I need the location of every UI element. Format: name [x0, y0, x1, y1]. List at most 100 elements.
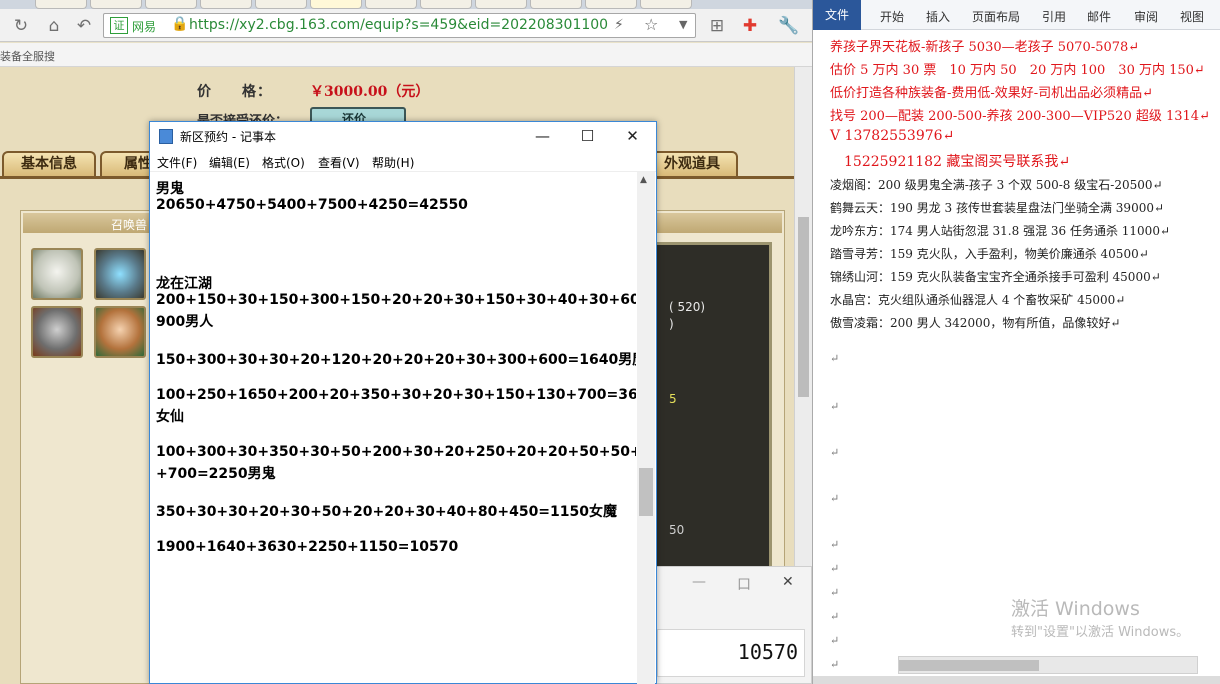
- maximize-button[interactable]: 口: [737, 574, 751, 594]
- calculator-result: 10570: [737, 640, 798, 664]
- grid-icon[interactable]: ⊞: [707, 16, 727, 36]
- ribbon-tab-view[interactable]: 视图: [1180, 8, 1204, 25]
- text-line: 1900+1640+3630+2250+1150=10570: [156, 539, 459, 555]
- menu-edit[interactable]: 编辑(E): [209, 154, 250, 171]
- text-line: 350+30+30+20+30+50+20+20+30+40+80+450=11…: [156, 504, 618, 520]
- doc-line: 低价打造各种族装备-费用低-效果好-司机出品必须精品↵: [830, 86, 1154, 101]
- ribbon-tab-layout[interactable]: 页面布局: [972, 8, 1020, 25]
- tab-appearance-items[interactable]: 外观道具: [646, 151, 738, 177]
- browser-tab[interactable]: [585, 0, 637, 9]
- paragraph-mark: ↵: [830, 562, 840, 575]
- menu-help[interactable]: 帮助(H): [372, 154, 414, 171]
- text-line: 龙在江湖: [156, 276, 212, 292]
- text-line: 男鬼: [156, 181, 184, 197]
- lock-icon[interactable]: 🔒: [171, 16, 188, 32]
- doc-line: 养孩子界天花板-新孩子 5030—老孩子 5070-5078↵: [830, 40, 1140, 55]
- scrollbar-thumb[interactable]: [639, 468, 653, 516]
- minimize-button[interactable]: —: [520, 122, 565, 150]
- close-button[interactable]: ✕: [610, 122, 655, 150]
- chevron-down-icon[interactable]: ▼: [679, 18, 687, 31]
- minimize-button[interactable]: —: [692, 574, 706, 590]
- browser-toolbar: ↻ ⌂ ↶ 证 网易 🔒 https://xy2.cbg.163.com/equ…: [0, 9, 812, 42]
- ribbon-tab-home[interactable]: 开始: [880, 8, 904, 25]
- notepad-titlebar[interactable]: 新区预约 - 记事本 — ☐ ✕: [150, 122, 656, 150]
- doc-line: V 13782553976↵: [830, 128, 955, 144]
- star-icon[interactable]: ☆: [644, 15, 658, 34]
- attribute-text: ): [669, 317, 674, 331]
- ribbon-tab-references[interactable]: 引用: [1042, 8, 1066, 25]
- ribbon-tab-insert[interactable]: 插入: [926, 8, 950, 25]
- address-bar[interactable]: 证 网易 🔒 https://xy2.cbg.163.com/equip?s=4…: [103, 13, 696, 38]
- doc-line: 水晶宫：克火组队通杀仙器混人 4 个畜牧采矿 45000↵: [830, 293, 1126, 307]
- ribbon-tab-mailings[interactable]: 邮件: [1087, 8, 1111, 25]
- browser-tab[interactable]: [200, 0, 252, 9]
- browser-tab[interactable]: [640, 0, 692, 9]
- calculator-display: 10570: [657, 629, 805, 677]
- browser-tab[interactable]: [145, 0, 197, 9]
- text-line: 100+250+1650+200+20+350+30+20+30+150+130…: [156, 387, 636, 403]
- browser-tab-active[interactable]: [310, 0, 362, 9]
- doc-line: 傲雪凌霜：200 男人 342000，物有所值，品像较好↵: [830, 316, 1121, 330]
- text-line: +700=2250男鬼: [156, 466, 276, 482]
- doc-line: 估价 5 万内 30 票 10 万内 50 20 万内 100 30 万内 15…: [830, 63, 1205, 78]
- browser-tab[interactable]: [420, 0, 472, 9]
- text-line: 100+300+30+350+30+50+200+30+20+250+20+20…: [156, 444, 636, 460]
- paragraph-mark: ↵: [830, 538, 840, 551]
- panel-header-title: 召唤兽: [111, 218, 148, 232]
- notepad-scrollbar[interactable]: ▲: [637, 172, 655, 684]
- gamepad-icon[interactable]: ✚: [740, 16, 760, 36]
- word-window: 文件 开始 插入 页面布局 引用 邮件 审阅 视图 养孩子界天花板-新孩子 50…: [812, 0, 1220, 684]
- home-icon[interactable]: ⌂: [44, 16, 64, 36]
- notepad-text-area[interactable]: 男鬼 20650+4750+5400+7500+4250=42550 龙在江湖 …: [154, 174, 636, 684]
- price-label: 价 格：: [197, 84, 272, 100]
- bookmark-item[interactable]: 装备全服搜: [0, 48, 55, 64]
- browser-tab[interactable]: [90, 0, 142, 9]
- browser-tab[interactable]: [255, 0, 307, 9]
- undo-icon[interactable]: ↶: [74, 16, 94, 36]
- text-line: 900男人: [156, 314, 214, 330]
- scrollbar-thumb[interactable]: [798, 217, 809, 397]
- notepad-menubar: 文件(F) 编辑(E) 格式(O) 查看(V) 帮助(H): [150, 150, 656, 172]
- ribbon-tab-review[interactable]: 审阅: [1134, 8, 1158, 25]
- wrench-icon[interactable]: 🔧: [778, 16, 799, 36]
- browser-tab[interactable]: [365, 0, 417, 9]
- maximize-button[interactable]: ☐: [565, 122, 610, 150]
- tab-basic-info[interactable]: 基本信息: [2, 151, 96, 177]
- browser-tab[interactable]: [35, 0, 87, 9]
- url-text[interactable]: https://xy2.cbg.163.com/equip?s=459&eid=…: [189, 17, 609, 33]
- pet-maiden[interactable]: [94, 306, 146, 358]
- paragraph-mark: ↵: [830, 492, 840, 505]
- text-line: 20650+4750+5400+7500+4250=42550: [156, 197, 468, 213]
- lightning-icon[interactable]: ⚡: [614, 17, 624, 33]
- doc-line: 踏雪寻芳：159 克火队，入手盈利，物美价廉通杀 40500↵: [830, 247, 1149, 261]
- menu-view[interactable]: 查看(V): [318, 154, 360, 171]
- refresh-icon[interactable]: ↻: [11, 16, 31, 36]
- browser-tab[interactable]: [475, 0, 527, 9]
- word-horizontal-scrollbar[interactable]: [898, 656, 1198, 674]
- certificate-badge[interactable]: 证: [110, 17, 128, 34]
- menu-format[interactable]: 格式(O): [262, 154, 305, 171]
- pet-wolf[interactable]: [31, 306, 83, 358]
- doc-line: 锦绣山河：159 克火队装备宝宝齐全通杀接手可盈利 45000↵: [830, 270, 1161, 284]
- doc-line: 鹤舞云天：190 男龙 3 孩传世套装星盘法门坐骑全满 39000↵: [830, 201, 1165, 215]
- paragraph-mark: ↵: [830, 634, 840, 647]
- scrollbar-thumb[interactable]: [899, 660, 1039, 671]
- paragraph-mark: ↵: [830, 586, 840, 599]
- attribute-text: 50: [669, 523, 685, 537]
- paragraph-mark: ↵: [830, 446, 840, 459]
- attribute-panel: ( 520) ) 5 50: [654, 242, 772, 570]
- notepad-icon: [159, 129, 173, 144]
- scroll-up-icon[interactable]: ▲: [640, 175, 647, 185]
- notepad-window: 新区预约 - 记事本 — ☐ ✕ 文件(F) 编辑(E) 格式(O) 查看(V)…: [149, 121, 657, 684]
- pet-crystal-orb[interactable]: [94, 248, 146, 300]
- paragraph-mark: ↵: [830, 352, 840, 365]
- window-title: 新区预约 - 记事本: [180, 130, 276, 144]
- ribbon-tab-file[interactable]: 文件: [813, 0, 861, 30]
- browser-tab[interactable]: [530, 0, 582, 9]
- document-page[interactable]: 养孩子界天花板-新孩子 5030—老孩子 5070-5078↵ 估价 5 万内 …: [813, 30, 1220, 676]
- pet-polar-bear[interactable]: [31, 248, 83, 300]
- activation-watermark-subtitle: 转到"设置"以激活 Windows。: [1011, 625, 1190, 640]
- site-name: 网易: [132, 20, 157, 34]
- close-button[interactable]: ✕: [782, 574, 794, 590]
- menu-file[interactable]: 文件(F): [157, 154, 197, 171]
